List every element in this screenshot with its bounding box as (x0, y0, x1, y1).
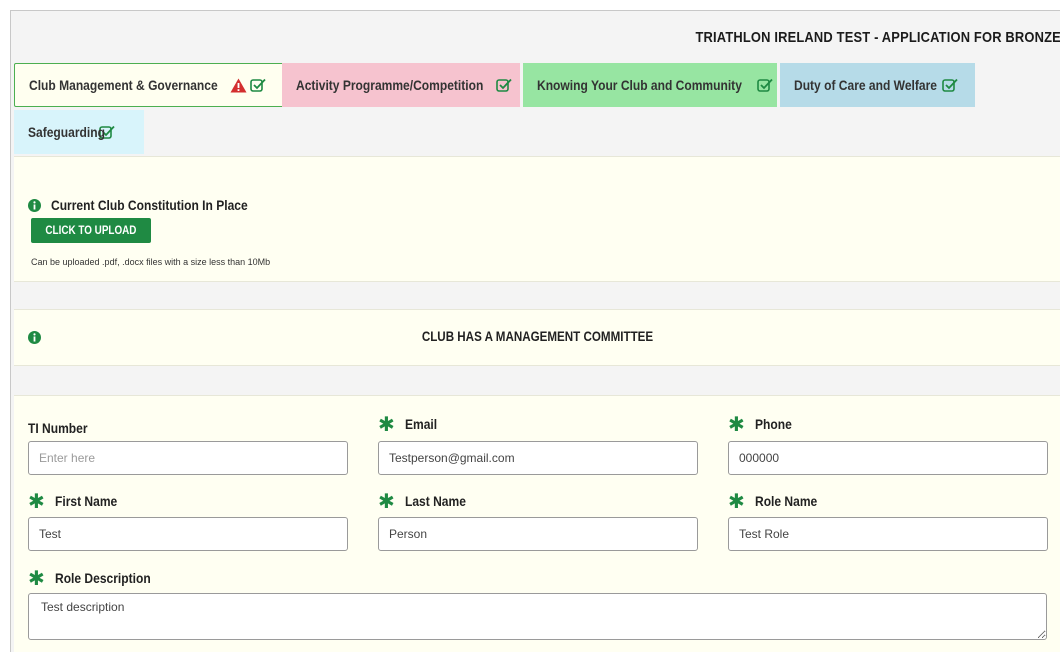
asterisk-icon: ✱ (28, 489, 45, 513)
constitution-panel: Current Club Constitution In Place CLICK… (14, 156, 1060, 282)
constitution-title: Current Club Constitution In Place (51, 197, 248, 213)
tab-activity-programme[interactable]: Activity Programme/Competition (282, 63, 520, 107)
upload-hint: Can be uploaded .pdf, .docx files with a… (31, 257, 271, 267)
check-square-icon (757, 78, 773, 92)
tab-duty-of-care[interactable]: Duty of Care and Welfare (780, 63, 975, 107)
last-name-field[interactable] (378, 517, 698, 551)
tab-label: Safeguarding (28, 124, 105, 140)
phone-field[interactable] (728, 441, 1048, 475)
role-description-label: ✱ Role Description (28, 566, 151, 590)
committee-title: CLUB HAS A MANAGEMENT COMMITTEE (421, 329, 654, 344)
committee-panel: CLUB HAS A MANAGEMENT COMMITTEE (14, 309, 1060, 366)
email-label: ✱ Email (378, 412, 437, 436)
tab-club-management[interactable]: Club Management & Governance (14, 63, 308, 107)
role-name-label: ✱ Role Name (728, 489, 817, 513)
tab-label: Club Management & Governance (29, 77, 218, 93)
phone-label: ✱ Phone (728, 412, 792, 436)
first-name-label: ✱ First Name (28, 489, 117, 513)
check-square-icon (942, 78, 958, 92)
tab-label: Activity Programme/Competition (296, 77, 484, 93)
warning-triangle-icon (230, 78, 247, 92)
asterisk-icon: ✱ (378, 412, 395, 436)
last-name-label: ✱ Last Name (378, 489, 466, 513)
tab-label: Duty of Care and Welfare (794, 77, 937, 93)
upload-button[interactable]: CLICK TO UPLOAD (31, 218, 151, 243)
first-name-field[interactable] (28, 517, 348, 551)
asterisk-icon: ✱ (728, 489, 745, 513)
application-frame: TRIATHLON IRELAND TEST - APPLICATION FOR… (10, 10, 1060, 652)
tab-safeguarding[interactable]: Safeguarding (14, 110, 144, 154)
asterisk-icon: ✱ (728, 412, 745, 436)
tab-label: Knowing Your Club and Community (537, 77, 742, 93)
check-square-icon (496, 78, 512, 92)
tab-knowing-your-club[interactable]: Knowing Your Club and Community (523, 63, 777, 107)
ti-number-input[interactable] (28, 441, 348, 475)
asterisk-icon: ✱ (28, 566, 45, 590)
upload-button-label: CLICK TO UPLOAD (45, 224, 137, 237)
constitution-heading: Current Club Constitution In Place (28, 197, 280, 213)
page-title: TRIATHLON IRELAND TEST - APPLICATION FOR… (695, 29, 1060, 46)
committee-member-form: TI Number ✱ Email ✱ Phone ✱ First Name ✱… (14, 395, 1060, 652)
ti-number-label: TI Number (28, 420, 88, 436)
info-circle-icon[interactable] (28, 198, 41, 212)
role-name-field[interactable] (728, 517, 1048, 551)
role-description-field[interactable]: Test description (28, 593, 1047, 640)
email-field[interactable] (378, 441, 698, 475)
asterisk-icon: ✱ (378, 489, 395, 513)
check-square-icon (250, 78, 267, 92)
